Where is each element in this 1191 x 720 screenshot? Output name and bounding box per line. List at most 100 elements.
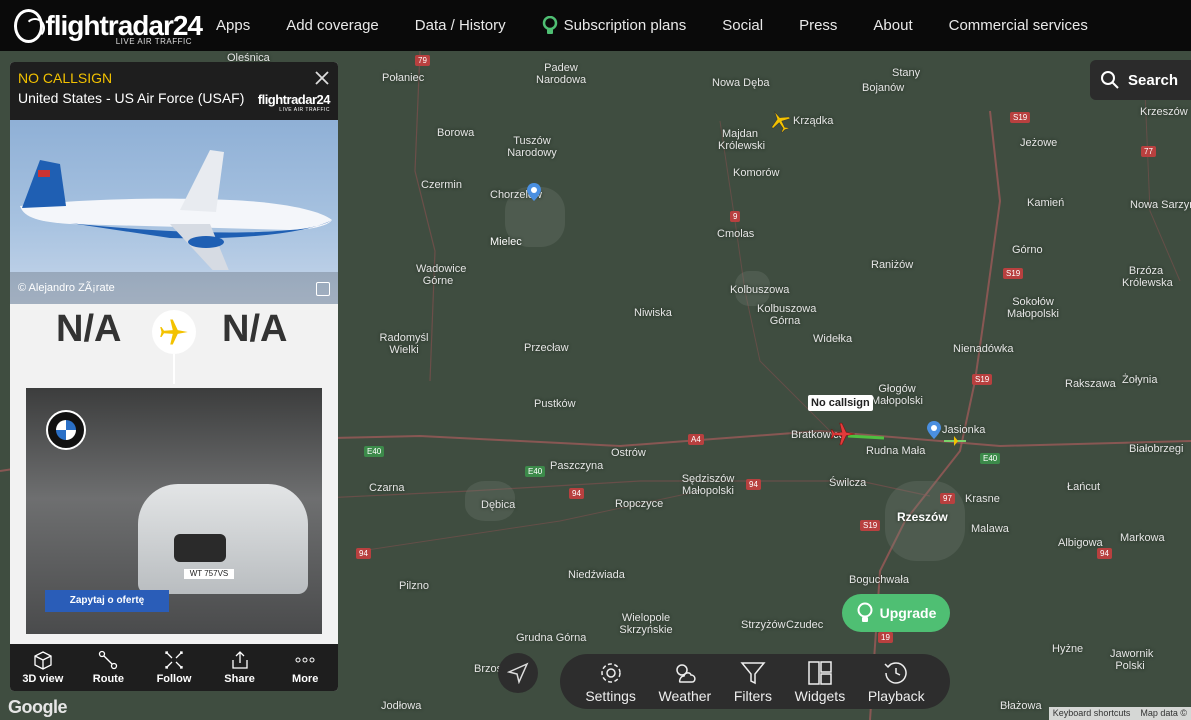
external-link-icon[interactable] (316, 282, 330, 296)
destination-code: N/A (222, 308, 288, 350)
panel-logo-tagline: LIVE AIR TRAFFIC (279, 107, 330, 113)
follow-button[interactable]: Follow (141, 644, 207, 691)
place-label: Rzeszów (897, 510, 948, 524)
place-label: Padew Narodowa (536, 62, 587, 86)
widgets-button[interactable]: Widgets (795, 660, 845, 704)
road-shield: 9 (730, 211, 741, 222)
aircraft-tooltip: No callsign (808, 395, 873, 411)
search-button[interactable]: Search (1090, 60, 1191, 100)
panel-toolbar: 3D view Route Follow Share More (10, 644, 338, 691)
road-shield: 19 (878, 632, 893, 643)
filters-button[interactable]: Filters (734, 660, 772, 704)
place-label: Brzóza Królewska (1122, 265, 1173, 289)
place-label: Połaniec (382, 72, 425, 84)
place-label: Łańcut (1067, 481, 1101, 493)
search-icon (1101, 71, 1119, 89)
place-label: Niwiska (634, 307, 672, 319)
place-label: Górno (1012, 244, 1043, 256)
widgets-icon (808, 660, 832, 685)
tool-label: Follow (156, 673, 192, 685)
road-shield: E40 (364, 446, 385, 457)
airport-pin-icon[interactable] (927, 421, 941, 439)
upgrade-button[interactable]: Upgrade (842, 594, 950, 632)
road-shield: A4 (688, 434, 704, 445)
advertisement-banner[interactable]: WT 757VS Zapytaj o ofertę (26, 388, 322, 634)
place-label: Grudna Górna (516, 632, 587, 644)
road-shield: S19 (1010, 112, 1031, 123)
route-icon (99, 650, 118, 670)
place-label: Nowa Sarzyna (1130, 199, 1191, 211)
callsign-label: NO CALLSIGN (18, 70, 113, 86)
keyboard-shortcuts-link[interactable]: Keyboard shortcuts (1053, 708, 1131, 719)
road-shield: 77 (1141, 146, 1156, 157)
settings-button[interactable]: Settings (585, 660, 636, 704)
nav-subscription-label: Subscription plans (563, 17, 687, 34)
nav-data-history[interactable]: Data / History (415, 17, 506, 34)
nav-apps[interactable]: Apps (216, 17, 250, 34)
filter-icon (740, 661, 766, 684)
place-label: Kolbuszowa Górna (757, 303, 817, 327)
road-shield: 94 (746, 479, 761, 490)
upgrade-label: Upgrade (879, 605, 937, 621)
share-button[interactable]: Share (207, 644, 273, 691)
aircraft-small-icon[interactable] (944, 434, 966, 448)
place-label: Głogów Małopolski (871, 383, 923, 407)
nav-commercial-services[interactable]: Commercial services (949, 17, 1088, 34)
weather-button[interactable]: Weather (659, 660, 711, 704)
toolbar-label: Playback (867, 687, 925, 704)
cube-icon (34, 651, 52, 670)
place-label: Żołynia (1122, 374, 1158, 386)
road-shield: 94 (356, 548, 371, 559)
place-label: Jawornik Polski (1110, 648, 1154, 672)
aircraft-photo[interactable]: © Alejandro ZÃ¡rate (10, 120, 338, 304)
google-logo: Google (8, 697, 68, 717)
place-label: Stany (892, 67, 921, 79)
route-divider (173, 354, 175, 384)
road-shield: E40 (980, 453, 1001, 464)
map-data-label[interactable]: Map data © (1140, 708, 1187, 719)
place-label: Świlcza (829, 477, 867, 489)
playback-button[interactable]: Playback (868, 660, 925, 704)
place-label: Nienadówka (953, 343, 1014, 355)
panel-header: NO CALLSIGN United States - US Air Force… (10, 62, 338, 120)
panel-logo: flightradar24 LIVE AIR TRAFFIC (258, 92, 331, 113)
place-label: Krasne (965, 493, 1000, 505)
road-shield: S19 (1003, 268, 1024, 279)
place-label: Raniżów (871, 259, 914, 271)
nav-about[interactable]: About (873, 17, 912, 34)
flight-info-panel: NO CALLSIGN United States - US Air Force… (10, 62, 338, 691)
selected-aircraft-icon[interactable] (830, 421, 856, 447)
place-label: Kamień (1027, 197, 1065, 209)
logo-text: flightradar24 (45, 9, 203, 41)
road-shield: 79 (415, 55, 430, 66)
place-label: Paszczyna (550, 460, 604, 472)
place-label: Czudec (786, 619, 824, 631)
place-label: Tuszów Narodowy (507, 135, 557, 159)
3d-view-button[interactable]: 3D view (10, 644, 76, 691)
place-label: Wadowice Górne (416, 263, 467, 287)
nav-subscription-plans[interactable]: Subscription plans (542, 15, 687, 36)
gear-icon (600, 662, 621, 683)
follow-icon (165, 651, 183, 669)
ad-cta-button[interactable]: Zapytaj o ofertę (45, 590, 169, 612)
logo-tagline: LIVE AIR TRAFFIC (115, 36, 192, 46)
place-label: Dębica (481, 499, 516, 511)
nav-social[interactable]: Social (722, 17, 763, 34)
aircraft-photo-image (20, 150, 332, 278)
share-icon (231, 651, 248, 669)
place-label: Jodłowa (381, 700, 422, 712)
locate-button[interactable] (498, 653, 538, 693)
road-shield: 97 (940, 493, 955, 504)
nav-press[interactable]: Press (799, 17, 837, 34)
more-button[interactable]: More (272, 644, 338, 691)
airport-pin-icon[interactable] (527, 183, 541, 201)
more-icon (295, 657, 315, 663)
flightradar24-logo[interactable]: flightradar24 LIVE AIR TRAFFIC (14, 6, 203, 46)
place-label: Krządka (793, 115, 834, 127)
road-shield: 94 (1097, 548, 1112, 559)
route-button[interactable]: Route (76, 644, 142, 691)
place-label: Mielec (490, 236, 522, 248)
place-label: Markowa (1120, 532, 1165, 544)
close-icon[interactable] (314, 70, 330, 86)
nav-add-coverage[interactable]: Add coverage (286, 17, 379, 34)
